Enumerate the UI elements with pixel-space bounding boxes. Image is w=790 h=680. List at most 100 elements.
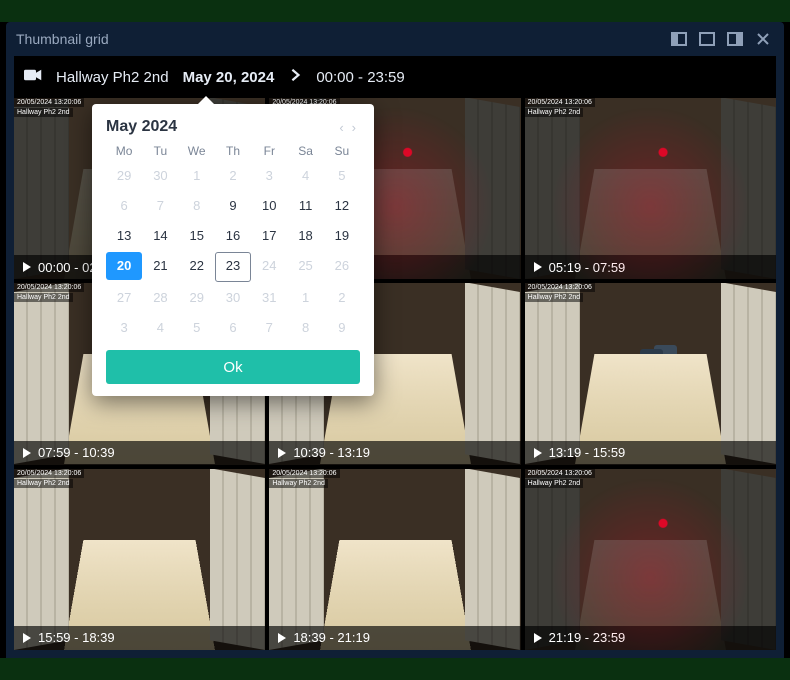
calendar-day: 28 (142, 284, 178, 312)
overlay-camera: Hallway Ph2 2nd (14, 479, 73, 488)
play-icon (533, 633, 543, 643)
calendar-day[interactable]: 11 (287, 192, 323, 220)
calendar-dow: Su (324, 144, 360, 158)
calendar-day: 7 (251, 314, 287, 342)
thumbnail-cell[interactable]: 20/05/2024 13:20:06Hallway Ph2 2nd 05:19 … (525, 98, 776, 279)
thumbnail-bar: 21:19 - 23:59 (525, 626, 776, 650)
calendar-prev-icon[interactable]: ‹ (335, 120, 347, 135)
calendar-day[interactable]: 9 (215, 192, 251, 220)
calendar-day: 1 (287, 284, 323, 312)
calendar-month[interactable]: May 2024 (106, 118, 335, 136)
chevron-right-icon[interactable] (288, 68, 302, 86)
calendar-day[interactable]: 15 (179, 222, 215, 250)
calendar-day: 26 (324, 252, 360, 280)
play-icon (277, 448, 287, 458)
play-icon (22, 262, 32, 272)
calendar-dow: Sa (287, 144, 323, 158)
calendar-day: 5 (179, 314, 215, 342)
thumbnail-bar: 13:19 - 15:59 (525, 441, 776, 465)
layout-right-icon[interactable] (724, 28, 746, 50)
overlay-timestamp: 20/05/2024 13:20:06 (269, 469, 339, 478)
overlay-timestamp: 20/05/2024 13:20:06 (14, 283, 84, 292)
calendar-day: 9 (324, 314, 360, 342)
calendar-day: 6 (215, 314, 251, 342)
calendar-day[interactable]: 22 (179, 252, 215, 280)
calendar-day: 30 (215, 284, 251, 312)
titlebar: Thumbnail grid (6, 22, 784, 56)
calendar-day[interactable]: 17 (251, 222, 287, 250)
thumbnail-bar: 18:39 - 21:19 (269, 626, 520, 650)
overlay-timestamp: 20/05/2024 13:20:06 (525, 98, 595, 107)
thumbnail-range: 15:59 - 18:39 (38, 630, 115, 645)
overlay-camera: Hallway Ph2 2nd (14, 293, 73, 302)
play-icon (22, 448, 32, 458)
overlay-camera: Hallway Ph2 2nd (14, 108, 73, 117)
calendar-day[interactable]: 19 (324, 222, 360, 250)
calendar-day[interactable]: 14 (142, 222, 178, 250)
calendar-day: 25 (287, 252, 323, 280)
calendar-day: 29 (106, 162, 142, 190)
calendar-days: 2930123456789101112131415161718192021222… (106, 162, 360, 342)
date-label[interactable]: May 20, 2024 (183, 69, 275, 86)
calendar-day[interactable]: 21 (142, 252, 178, 280)
calendar-ok-button[interactable]: Ok (106, 350, 360, 384)
calendar-day[interactable]: 16 (215, 222, 251, 250)
overlay-camera: Hallway Ph2 2nd (525, 479, 584, 488)
window-title: Thumbnail grid (16, 31, 662, 47)
outer-strip-top (0, 0, 790, 22)
thumbnail-cell[interactable]: 20/05/2024 13:20:06Hallway Ph2 2nd 21:19 … (525, 469, 776, 650)
thumbnail-bar: 05:19 - 07:59 (525, 255, 776, 279)
calendar-dow: Tu (142, 144, 178, 158)
calendar-day: 6 (106, 192, 142, 220)
calendar-next-icon[interactable]: › (348, 120, 360, 135)
thumbnail-range: 21:19 - 23:59 (549, 630, 626, 645)
thumbnail-cell[interactable]: 20/05/2024 13:20:06Hallway Ph2 2nd 15:59 … (14, 469, 265, 650)
overlay-camera: Hallway Ph2 2nd (269, 479, 328, 488)
overlay-camera: Hallway Ph2 2nd (525, 108, 584, 117)
calendar-day[interactable]: 23 (215, 252, 251, 282)
calendar-day[interactable]: 12 (324, 192, 360, 220)
calendar-day: 2 (215, 162, 251, 190)
calendar-popover: May 2024 ‹ › MoTuWeThFrSaSu 293012345678… (92, 104, 374, 396)
toolbar: Hallway Ph2 2nd May 20, 2024 00:00 - 23:… (14, 56, 776, 98)
play-icon (22, 633, 32, 643)
calendar-day: 8 (287, 314, 323, 342)
content: Hallway Ph2 2nd May 20, 2024 00:00 - 23:… (14, 56, 776, 650)
calendar-day: 7 (142, 192, 178, 220)
layout-left-icon[interactable] (668, 28, 690, 50)
outer-strip-bottom (0, 658, 790, 680)
play-icon (533, 448, 543, 458)
overlay-timestamp: 20/05/2024 13:20:06 (14, 469, 84, 478)
thumbnail-range: 05:19 - 07:59 (549, 260, 626, 275)
calendar-day: 27 (106, 284, 142, 312)
play-icon (277, 633, 287, 643)
calendar-day: 8 (179, 192, 215, 220)
calendar-day: 2 (324, 284, 360, 312)
thumbnail-range: 10:39 - 13:19 (293, 445, 370, 460)
calendar-day: 1 (179, 162, 215, 190)
thumbnail-cell[interactable]: 20/05/2024 13:20:06Hallway Ph2 2nd 18:39 … (269, 469, 520, 650)
play-icon (533, 262, 543, 272)
calendar-dow: Th (215, 144, 251, 158)
time-range[interactable]: 00:00 - 23:59 (316, 69, 404, 86)
calendar-day[interactable]: 18 (287, 222, 323, 250)
calendar-dow: Mo (106, 144, 142, 158)
calendar-day: 4 (287, 162, 323, 190)
thumbnail-range: 07:59 - 10:39 (38, 445, 115, 460)
thumbnail-cell[interactable]: 20/05/2024 13:20:06Hallway Ph2 2nd13:19 … (525, 283, 776, 464)
calendar-day: 24 (251, 252, 287, 280)
layout-full-icon[interactable] (696, 28, 718, 50)
overlay-timestamp: 20/05/2024 13:20:06 (525, 283, 595, 292)
calendar-day: 4 (142, 314, 178, 342)
thumbnail-bar: 07:59 - 10:39 (14, 441, 265, 465)
overlay-timestamp: 20/05/2024 13:20:06 (525, 469, 595, 478)
close-icon[interactable] (752, 28, 774, 50)
calendar-day[interactable]: 13 (106, 222, 142, 250)
calendar-dow-row: MoTuWeThFrSaSu (106, 144, 360, 158)
calendar-day[interactable]: 10 (251, 192, 287, 220)
thumbnail-range: 18:39 - 21:19 (293, 630, 370, 645)
calendar-day[interactable]: 20 (106, 252, 142, 280)
camera-name[interactable]: Hallway Ph2 2nd (56, 69, 169, 86)
calendar-day: 5 (324, 162, 360, 190)
thumbnail-range: 13:19 - 15:59 (549, 445, 626, 460)
